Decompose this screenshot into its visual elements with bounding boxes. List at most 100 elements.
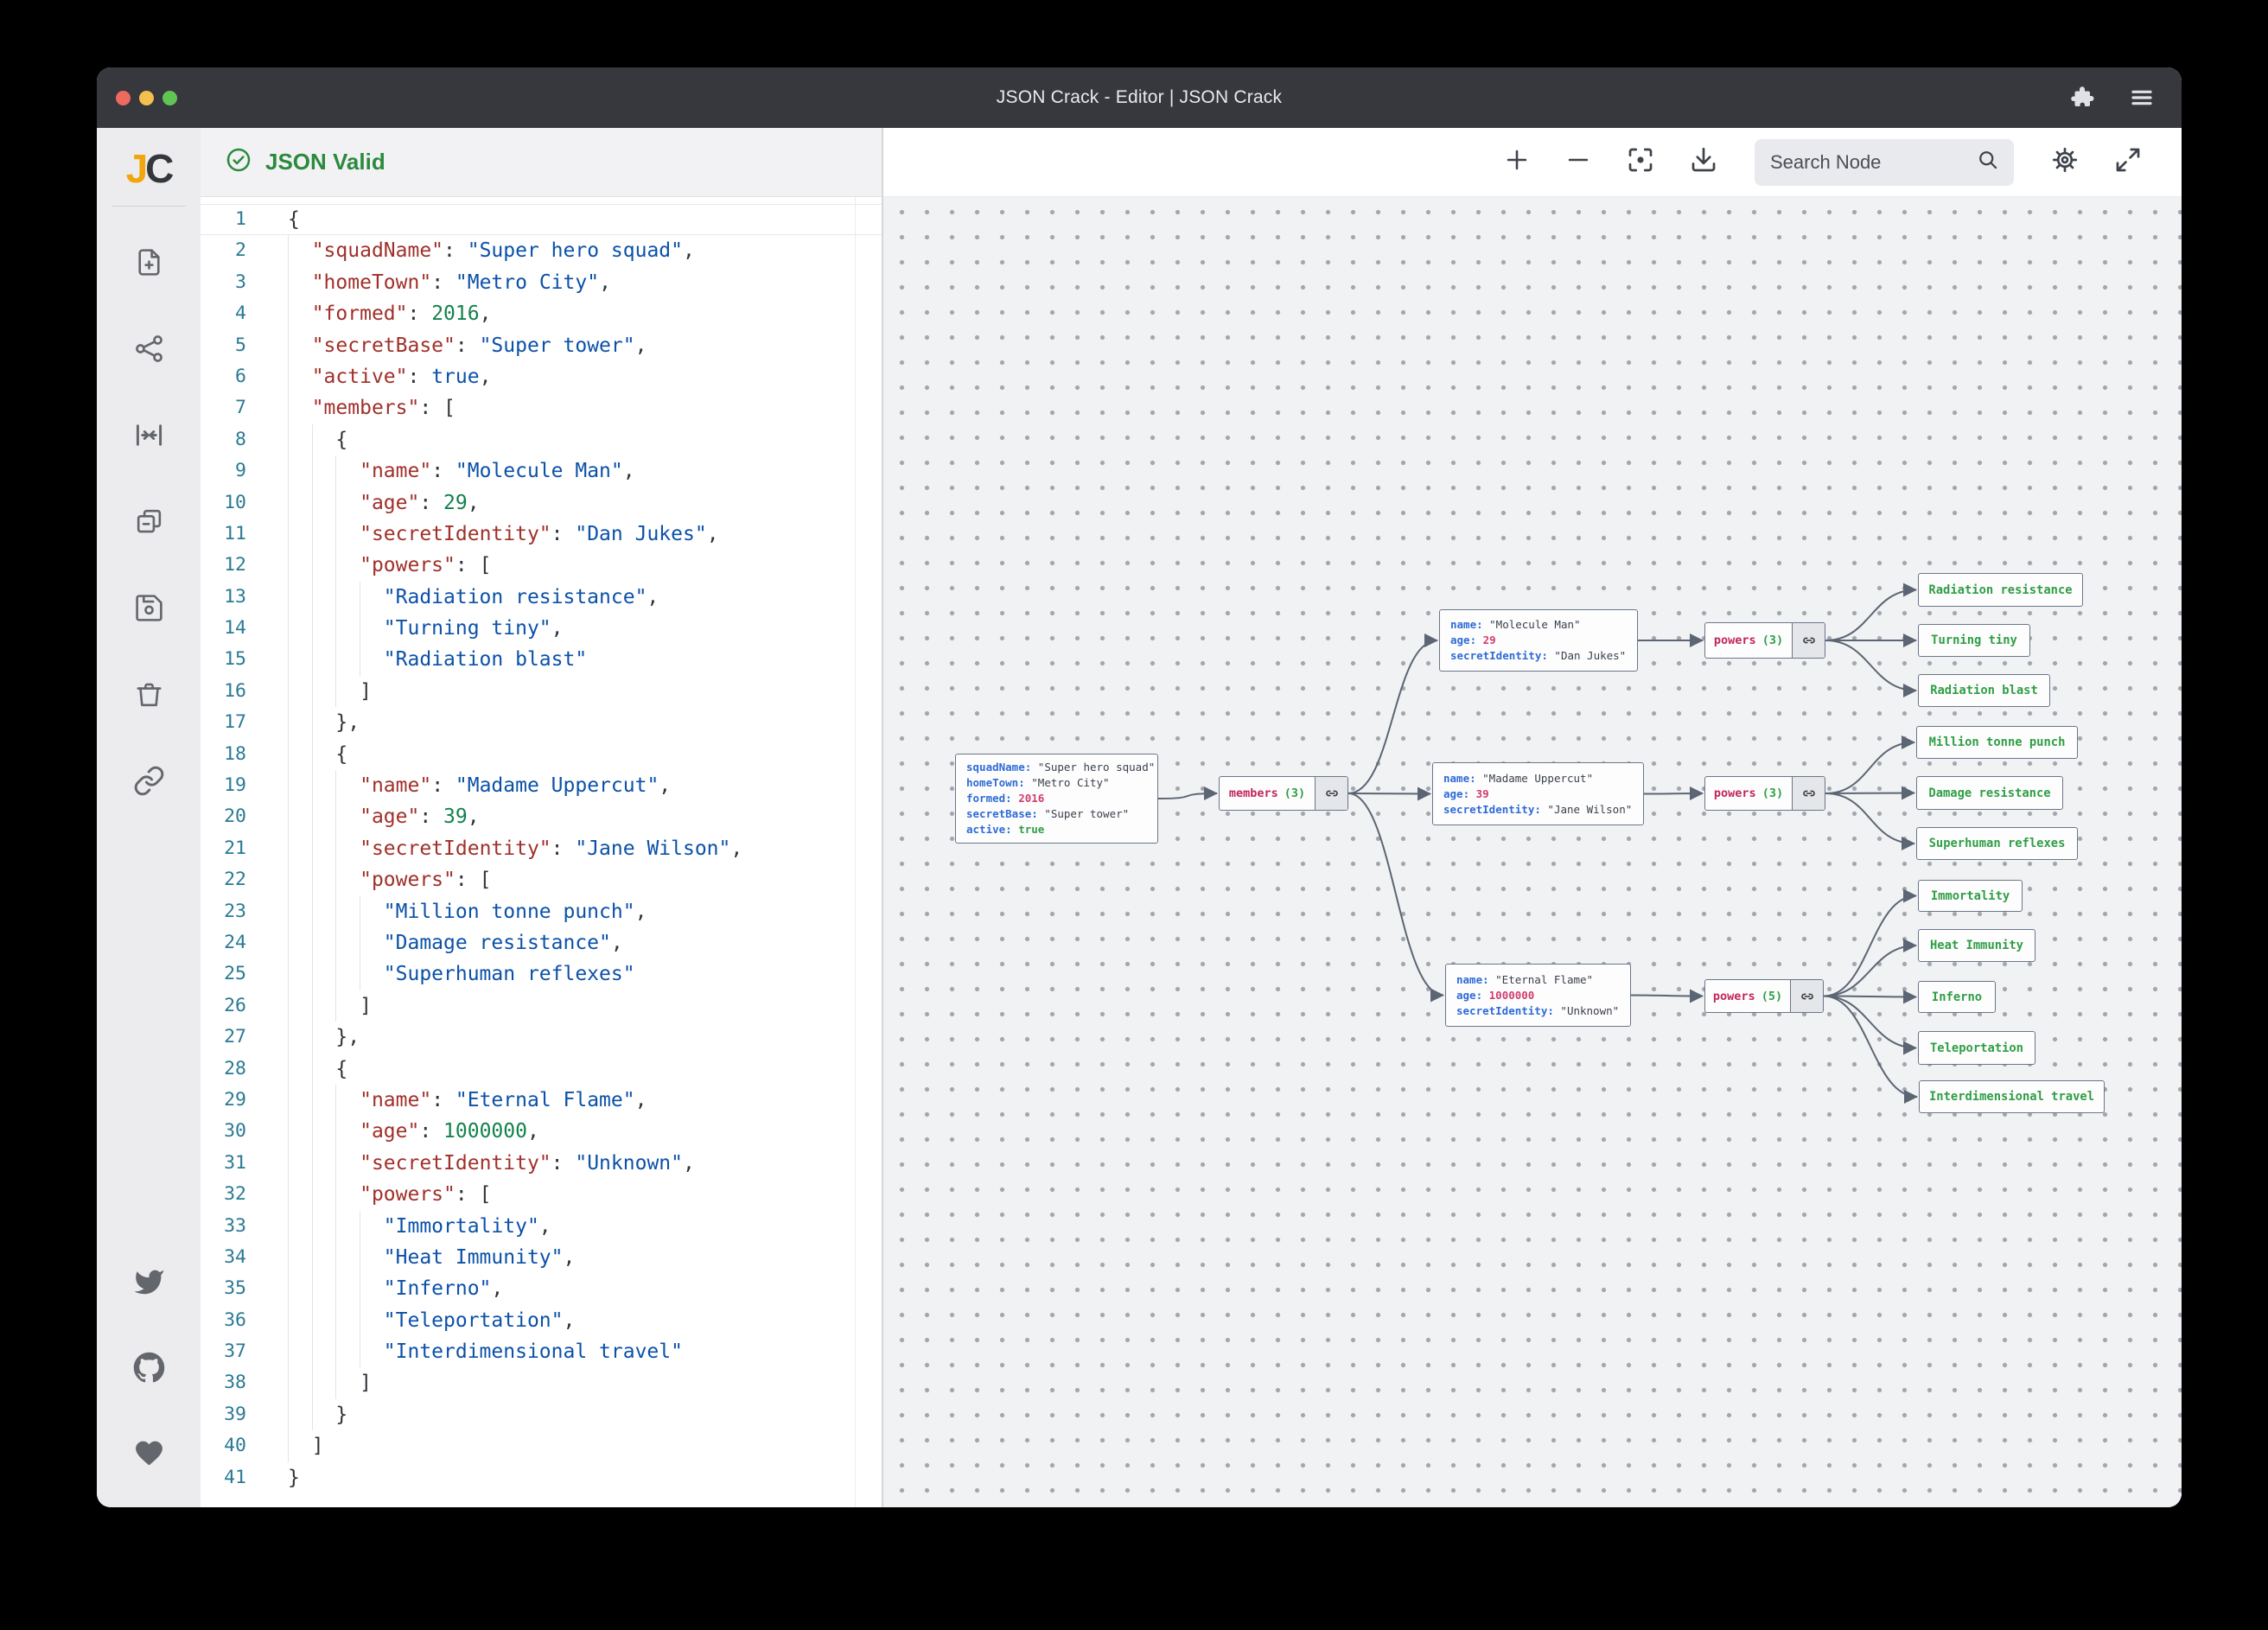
editor-line[interactable]: 20 "age": 39, (201, 801, 882, 832)
graph-node-m2[interactable]: name: "Madame Uppercut"age: 39secretIden… (1432, 762, 1644, 825)
graph-node-l8[interactable]: Heat Immunity (1918, 929, 2035, 962)
line-number: 37 (201, 1336, 246, 1367)
editor-line[interactable]: 17 }, (201, 707, 882, 738)
editor-line[interactable]: 28 { (201, 1054, 882, 1085)
editor-line[interactable]: 7 "members": [ (201, 392, 882, 423)
extension-puzzle-icon[interactable] (2069, 85, 2095, 111)
sponsor-heart-icon[interactable] (133, 1437, 165, 1469)
editor-line[interactable]: 27 }, (201, 1022, 882, 1053)
editor-line[interactable]: 2 "squadName": "Super hero squad", (201, 235, 882, 266)
fold-nodes-icon[interactable] (133, 419, 165, 451)
code-editor[interactable]: 1{2 "squadName": "Super hero squad",3 "h… (201, 197, 882, 1507)
graph-node-l1[interactable]: Radiation resistance (1918, 573, 2083, 607)
graph-node-l2[interactable]: Turning tiny (1918, 624, 2030, 657)
graph-node-l7[interactable]: Immortality (1918, 880, 2023, 912)
editor-scrollbar[interactable] (855, 197, 856, 1507)
graph-node-l5[interactable]: Damage resistance (1916, 776, 2063, 810)
editor-line[interactable]: 22 "powers": [ (201, 864, 882, 895)
editor-line[interactable]: 40 ] (201, 1430, 882, 1461)
download-icon[interactable] (1688, 144, 1719, 180)
editor-line[interactable]: 34 "Heat Immunity", (201, 1242, 882, 1273)
editor-line[interactable]: 15 "Radiation blast" (201, 644, 882, 675)
editor-line[interactable]: 6 "active": true, (201, 361, 882, 392)
delete-icon[interactable] (133, 678, 165, 710)
editor-line[interactable]: 29 "name": "Eternal Flame", (201, 1085, 882, 1116)
editor-line[interactable]: 26 ] (201, 990, 882, 1022)
code-line-text: "powers": [ (288, 1179, 491, 1210)
editor-line[interactable]: 4 "formed": 2016, (201, 298, 882, 329)
code-line-text: ] (288, 1430, 324, 1461)
editor-line[interactable]: 10 "age": 29, (201, 487, 882, 519)
zoom-in-icon[interactable] (1502, 145, 1532, 179)
graph-node-l4[interactable]: Million tonne punch (1916, 726, 2078, 759)
line-number: 17 (201, 707, 246, 738)
graph-node-l11[interactable]: Interdimensional travel (1919, 1080, 2105, 1113)
copy-icon[interactable] (133, 506, 165, 538)
graph-canvas[interactable]: squadName: "Super hero squad"homeTown: "… (883, 197, 2182, 1507)
editor-line[interactable]: 33 "Immortality", (201, 1211, 882, 1242)
link-icon[interactable] (1792, 623, 1825, 658)
editor-line[interactable]: 35 "Inferno", (201, 1273, 882, 1304)
editor-line[interactable]: 9 "name": "Molecule Man", (201, 455, 882, 487)
code-line-text: "name": "Molecule Man", (288, 455, 635, 487)
editor-line[interactable]: 5 "secretBase": "Super tower", (201, 330, 882, 361)
graph-node-p2[interactable]: powers(3) (1704, 776, 1825, 811)
graph-node-m3[interactable]: name: "Eternal Flame"age: 1000000secretI… (1445, 964, 1631, 1027)
center-focus-icon[interactable] (1625, 144, 1656, 180)
graph-icon[interactable] (133, 333, 165, 365)
editor-line[interactable]: 14 "Turning tiny", (201, 613, 882, 644)
editor-line[interactable]: 37 "Interdimensional travel" (201, 1336, 882, 1367)
editor-line[interactable]: 38 ] (201, 1367, 882, 1398)
line-number: 12 (201, 550, 246, 581)
editor-line[interactable]: 13 "Radiation resistance", (201, 582, 882, 613)
graph-node-l3[interactable]: Radiation blast (1918, 674, 2050, 707)
editor-line[interactable]: 8 { (201, 424, 882, 455)
editor-line[interactable]: 11 "secretIdentity": "Dan Jukes", (201, 519, 882, 550)
editor-line[interactable]: 32 "powers": [ (201, 1179, 882, 1210)
app-logo[interactable]: JC (126, 149, 172, 188)
graph-node-l9[interactable]: Inferno (1918, 981, 1996, 1013)
save-icon[interactable] (133, 592, 165, 624)
menu-icon[interactable] (2128, 84, 2156, 111)
graph-node-root[interactable]: squadName: "Super hero squad"homeTown: "… (955, 754, 1158, 844)
graph-node-p1[interactable]: powers(3) (1704, 622, 1825, 659)
close-button[interactable] (116, 91, 131, 105)
link-icon[interactable] (1792, 777, 1825, 810)
editor-line[interactable]: 31 "secretIdentity": "Unknown", (201, 1148, 882, 1179)
share-link-icon[interactable] (133, 765, 165, 797)
github-icon[interactable] (133, 1352, 165, 1384)
graph-node-members[interactable]: members(3) (1219, 776, 1348, 811)
graph-node-m1[interactable]: name: "Molecule Man"age: 29secretIdentit… (1439, 609, 1638, 672)
new-document-icon[interactable] (133, 246, 165, 278)
editor-line[interactable]: 24 "Damage resistance", (201, 927, 882, 958)
editor-line[interactable]: 36 "Teleportation", (201, 1305, 882, 1336)
zoom-out-icon[interactable] (1564, 145, 1593, 179)
editor-line[interactable]: 12 "powers": [ (201, 550, 882, 581)
link-icon[interactable] (1315, 777, 1347, 810)
editor-line[interactable]: 21 "secretIdentity": "Jane Wilson", (201, 833, 882, 864)
editor-line[interactable]: 19 "name": "Madame Uppercut", (201, 770, 882, 801)
graph-node-p3[interactable]: powers(5) (1704, 979, 1824, 1013)
maximize-button[interactable] (162, 91, 177, 105)
editor-line[interactable]: 30 "age": 1000000, (201, 1116, 882, 1147)
search-node-input[interactable] (1768, 150, 1976, 175)
code-line-text: "secretIdentity": "Dan Jukes", (288, 519, 719, 550)
editor-line[interactable]: 41} (201, 1462, 882, 1493)
twitter-icon[interactable] (133, 1266, 165, 1298)
line-number: 30 (201, 1116, 246, 1147)
graph-node-l10[interactable]: Teleportation (1918, 1031, 2035, 1065)
search-icon[interactable] (1976, 148, 2000, 176)
editor-line[interactable]: 3 "homeTown": "Metro City", (201, 267, 882, 298)
settings-gear-icon[interactable] (2049, 144, 2080, 180)
line-number: 38 (201, 1367, 246, 1398)
editor-line[interactable]: 25 "Superhuman reflexes" (201, 958, 882, 990)
editor-line[interactable]: 23 "Million tonne punch", (201, 896, 882, 927)
editor-line[interactable]: 16 ] (201, 676, 882, 707)
editor-line[interactable]: 39 } (201, 1399, 882, 1430)
minimize-button[interactable] (139, 91, 154, 105)
link-icon[interactable] (1790, 980, 1823, 1012)
graph-node-l6[interactable]: Superhuman reflexes (1916, 827, 2078, 860)
fullscreen-icon[interactable] (2112, 144, 2144, 180)
editor-line[interactable]: 1{ (201, 204, 882, 235)
editor-line[interactable]: 18 { (201, 739, 882, 770)
